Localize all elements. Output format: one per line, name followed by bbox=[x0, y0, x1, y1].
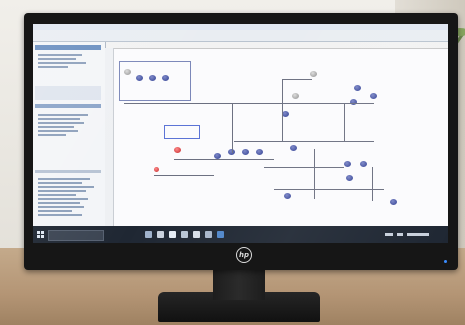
taskbar-clock[interactable] bbox=[407, 233, 429, 236]
app-toolbar bbox=[33, 30, 448, 42]
taskbar-app-icon[interactable] bbox=[157, 231, 164, 238]
diagram-node-icon[interactable] bbox=[346, 175, 353, 181]
sidebar-panel bbox=[33, 42, 106, 226]
diagram-node-icon[interactable] bbox=[344, 161, 351, 167]
diagram-canvas[interactable] bbox=[114, 49, 448, 226]
panel-header bbox=[35, 104, 101, 108]
system-tray-icon[interactable] bbox=[397, 233, 403, 236]
power-led bbox=[444, 260, 447, 263]
system-tray-icon[interactable] bbox=[385, 233, 393, 236]
panel-header bbox=[35, 45, 101, 50]
properties-panel bbox=[35, 86, 101, 100]
tree-item[interactable] bbox=[38, 186, 94, 188]
taskbar-app-icon[interactable] bbox=[205, 231, 212, 238]
diagram-node-icon[interactable] bbox=[360, 161, 367, 167]
tree-item[interactable] bbox=[38, 58, 76, 60]
monitor-screen bbox=[33, 24, 448, 243]
windows-taskbar bbox=[33, 226, 448, 243]
tree-item[interactable] bbox=[38, 118, 80, 120]
taskbar-app-icon[interactable] bbox=[217, 231, 224, 238]
monitor-stand-neck bbox=[213, 268, 265, 300]
diagram-node-icon[interactable] bbox=[292, 93, 299, 99]
diagram-node-icon[interactable] bbox=[350, 99, 357, 105]
connector-line bbox=[174, 159, 274, 160]
panel-header bbox=[35, 170, 101, 173]
diagram-node-icon[interactable] bbox=[136, 75, 143, 81]
diagram-node-icon[interactable] bbox=[282, 111, 289, 117]
connector-line bbox=[154, 175, 214, 176]
tree-item[interactable] bbox=[38, 134, 66, 136]
diagram-node-icon[interactable] bbox=[242, 149, 249, 155]
diagram-node-icon[interactable] bbox=[162, 75, 169, 81]
tree-item[interactable] bbox=[38, 62, 86, 64]
connector-line bbox=[232, 103, 233, 153]
tree-item[interactable] bbox=[38, 214, 82, 216]
taskbar-app-icon[interactable] bbox=[169, 231, 176, 238]
taskbar-app-icon[interactable] bbox=[193, 231, 200, 238]
tree-item[interactable] bbox=[38, 54, 82, 56]
diagram-node-icon[interactable] bbox=[284, 193, 291, 199]
connector-line bbox=[274, 189, 384, 190]
diagram-node-icon[interactable] bbox=[390, 199, 397, 205]
connector-line bbox=[344, 103, 345, 141]
diagram-node-icon[interactable] bbox=[310, 71, 317, 77]
tree-item[interactable] bbox=[38, 206, 84, 208]
connector-line bbox=[314, 149, 315, 199]
vertical-toolbar bbox=[105, 48, 114, 226]
tree-item[interactable] bbox=[38, 122, 84, 124]
tree-item[interactable] bbox=[38, 178, 90, 180]
diagram-node-icon[interactable] bbox=[256, 149, 263, 155]
canvas-ruler bbox=[105, 42, 448, 49]
connector-line bbox=[282, 79, 312, 80]
connector-line bbox=[372, 167, 373, 201]
windows-start-icon[interactable] bbox=[37, 231, 44, 238]
connector-line bbox=[282, 79, 283, 141]
diagram-node-icon[interactable] bbox=[149, 75, 156, 81]
tree-item[interactable] bbox=[38, 194, 76, 196]
tree-item[interactable] bbox=[38, 182, 82, 184]
hp-logo-icon: hp bbox=[236, 247, 252, 263]
tree-item[interactable] bbox=[38, 190, 86, 192]
diagram-node-icon[interactable] bbox=[124, 69, 131, 75]
tree-item[interactable] bbox=[38, 114, 88, 116]
diagram-node-icon[interactable] bbox=[174, 147, 181, 153]
connector-line bbox=[234, 141, 374, 142]
tree-item[interactable] bbox=[38, 198, 88, 200]
diagram-node-icon[interactable] bbox=[354, 85, 361, 91]
connector-line bbox=[124, 103, 374, 104]
tree-item[interactable] bbox=[38, 130, 78, 132]
tree-item[interactable] bbox=[38, 66, 68, 68]
tree-item[interactable] bbox=[38, 202, 80, 204]
diagram-node-icon[interactable] bbox=[370, 93, 377, 99]
tree-item[interactable] bbox=[38, 126, 74, 128]
taskbar-app-icon[interactable] bbox=[145, 231, 152, 238]
tree-item[interactable] bbox=[38, 210, 72, 212]
taskbar-search-box[interactable] bbox=[48, 230, 104, 241]
diagram-node-icon[interactable] bbox=[290, 145, 297, 151]
diagram-node-icon[interactable] bbox=[154, 167, 159, 172]
annotation-box[interactable] bbox=[164, 125, 200, 139]
group-box[interactable] bbox=[119, 61, 191, 101]
taskbar-app-icon[interactable] bbox=[181, 231, 188, 238]
connector-line bbox=[264, 167, 344, 168]
